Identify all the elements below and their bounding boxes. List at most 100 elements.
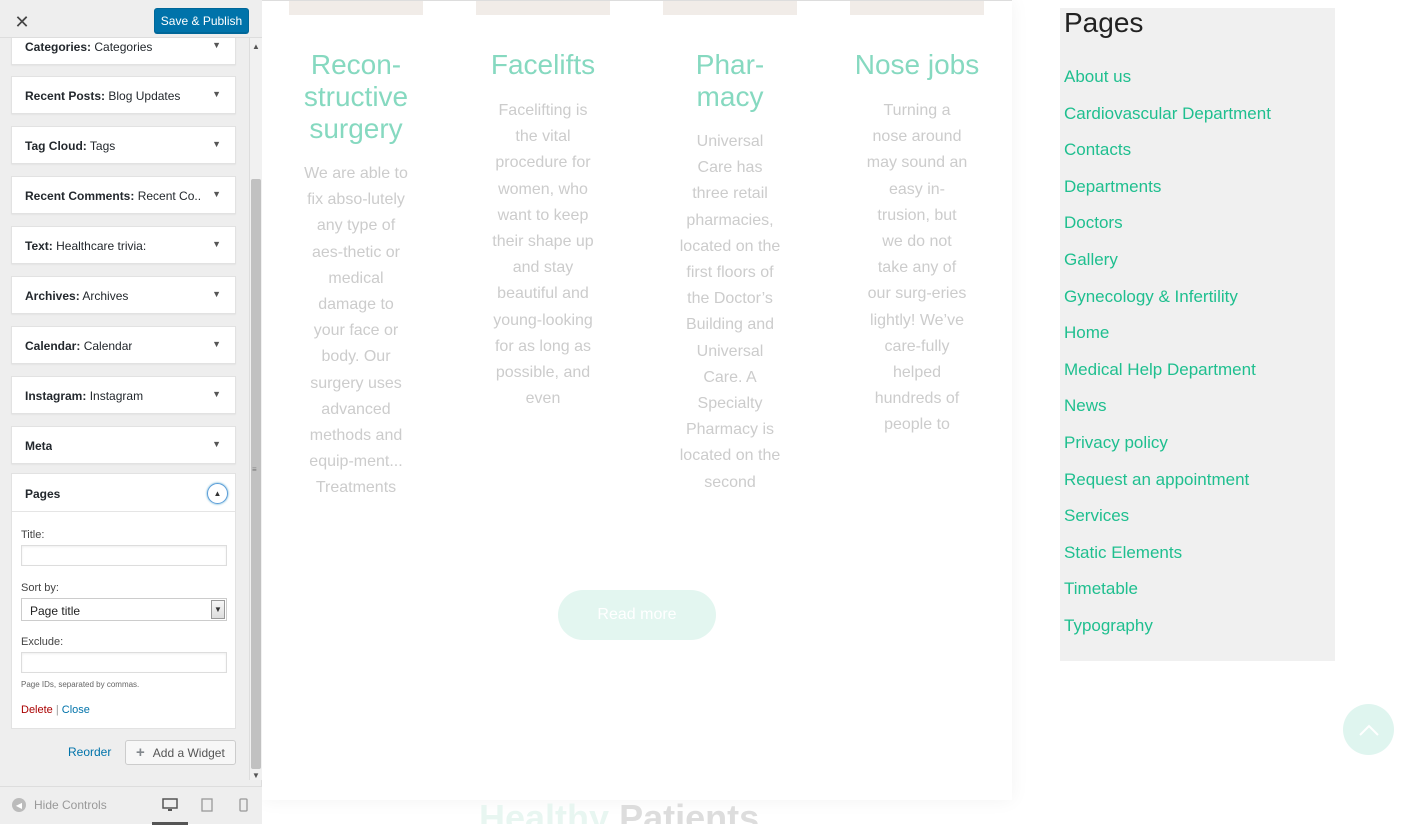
close-link[interactable]: Close bbox=[62, 704, 90, 716]
service-title[interactable]: Phar- macy bbox=[660, 49, 800, 113]
pages-widget-header[interactable]: Pages ▲ bbox=[12, 474, 235, 512]
chevron-down-icon[interactable]: ▼ bbox=[212, 389, 221, 399]
widget-row-title: Recent Posts: Blog Updates bbox=[25, 89, 180, 103]
chevron-down-icon[interactable]: ▼ bbox=[212, 139, 221, 149]
service-description: Universal Care has three retail pharmaci… bbox=[679, 133, 781, 491]
widget-row[interactable]: Text: Healthcare trivia: ▼ bbox=[11, 226, 236, 264]
read-more-button[interactable]: Read more bbox=[558, 590, 716, 640]
heading-highlight: Healthy bbox=[479, 797, 610, 824]
desktop-preview-icon[interactable] bbox=[161, 797, 179, 813]
hide-controls-label: Hide Controls bbox=[34, 798, 107, 812]
section-heading: Healthy Patients bbox=[479, 797, 759, 824]
scroll-to-top-button[interactable] bbox=[1343, 704, 1394, 755]
delete-link[interactable]: Delete bbox=[21, 704, 53, 716]
widget-row[interactable]: Recent Posts: Blog Updates ▼ bbox=[11, 76, 236, 114]
widget-row[interactable]: Calendar: Calendar ▼ bbox=[11, 326, 236, 364]
widget-row[interactable]: Recent Comments: Recent Co... ▼ bbox=[11, 176, 236, 214]
widget-actions: Delete | Close bbox=[21, 704, 90, 716]
exclude-label: Exclude: bbox=[21, 636, 64, 648]
save-publish-button[interactable]: Save & Publish bbox=[154, 8, 249, 33]
scroll-up-icon[interactable]: ▲ bbox=[252, 42, 260, 51]
page-link[interactable]: Medical Help Department bbox=[1064, 360, 1256, 380]
widget-row[interactable]: Meta ▼ bbox=[11, 426, 236, 464]
widget-row-title: Instagram: Instagram bbox=[25, 389, 143, 403]
chevron-down-icon[interactable]: ▼ bbox=[212, 89, 221, 99]
chevron-down-icon[interactable]: ▼ bbox=[212, 339, 221, 349]
widget-row-title: Tag Cloud: Tags bbox=[25, 139, 115, 153]
chevron-down-icon[interactable]: ▼ bbox=[212, 189, 221, 199]
page-link[interactable]: Services bbox=[1064, 506, 1129, 526]
page-link[interactable]: Doctors bbox=[1064, 213, 1123, 233]
widget-row[interactable]: Categories: Categories ▼ bbox=[11, 38, 236, 65]
chevron-up-icon bbox=[1358, 724, 1379, 736]
chevron-down-icon[interactable]: ▼ bbox=[211, 600, 225, 619]
page-link[interactable]: Request an appointment bbox=[1064, 470, 1249, 490]
service-title[interactable]: Recon- structive surgery bbox=[286, 49, 426, 145]
page-link[interactable]: Cardiovascular Department bbox=[1064, 104, 1271, 124]
separator: | bbox=[55, 704, 59, 716]
service-title[interactable]: Facelifts bbox=[473, 49, 613, 81]
page-link[interactable]: Home bbox=[1064, 323, 1109, 343]
hide-controls-button[interactable]: ◀ Hide Controls bbox=[12, 798, 107, 812]
scroll-down-icon[interactable]: ▼ bbox=[252, 771, 260, 780]
service-image bbox=[850, 1, 984, 15]
page-link[interactable]: Static Elements bbox=[1064, 543, 1182, 563]
title-label: Title: bbox=[21, 529, 45, 541]
chevron-down-icon[interactable]: ▼ bbox=[212, 439, 221, 449]
widget-type: Text: bbox=[25, 239, 53, 253]
chevron-down-icon[interactable]: ▼ bbox=[212, 239, 221, 249]
widget-title: Archives bbox=[82, 289, 129, 303]
page-link[interactable]: About us bbox=[1064, 67, 1131, 87]
service-title[interactable]: Nose jobs bbox=[847, 49, 987, 81]
widget-title: Healthcare trivia: bbox=[56, 239, 147, 253]
widget-row-title: Categories: Categories bbox=[25, 40, 152, 54]
widget-title: Calendar bbox=[83, 339, 133, 353]
widget-type: Categories: bbox=[25, 40, 92, 54]
page-link[interactable]: Typography bbox=[1064, 616, 1153, 636]
mobile-preview-icon[interactable] bbox=[234, 797, 252, 813]
sort-by-label: Sort by: bbox=[21, 582, 59, 594]
widget-row[interactable]: Tag Cloud: Tags ▼ bbox=[11, 126, 236, 164]
customizer-scrollbar[interactable]: ▲ ≡ ▼ bbox=[249, 38, 262, 780]
widget-title: Tags bbox=[89, 139, 116, 153]
service-description: Facelifting is the vital procedure for w… bbox=[492, 102, 594, 408]
chevron-down-icon[interactable]: ▼ bbox=[212, 289, 221, 299]
page-link[interactable]: Departments bbox=[1064, 177, 1161, 197]
reorder-link[interactable]: Reorder bbox=[68, 745, 111, 759]
heading-rest: Patients bbox=[619, 797, 760, 824]
widget-type: Recent Posts: bbox=[25, 89, 106, 103]
pages-widget: Pages ▲ Title: Sort by: Page title ▼ Exc… bbox=[11, 473, 236, 729]
widget-title: Categories bbox=[94, 40, 153, 54]
page-link[interactable]: Privacy policy bbox=[1064, 433, 1168, 453]
chevron-down-icon[interactable]: ▼ bbox=[212, 40, 221, 50]
title-input[interactable] bbox=[21, 545, 227, 566]
sort-by-select[interactable]: Page title ▼ bbox=[21, 598, 227, 621]
page-link[interactable]: Contacts bbox=[1064, 140, 1131, 160]
widget-type: Calendar: bbox=[25, 339, 81, 353]
widget-row[interactable]: Instagram: Instagram ▼ bbox=[11, 376, 236, 414]
customizer-panel: ✕ Save & Publish Categories: Categories ▼… bbox=[0, 0, 262, 825]
site-preview: Recon- structive surgery We are able to f… bbox=[262, 0, 1411, 824]
customizer-footer: ◀ Hide Controls bbox=[0, 786, 262, 825]
widget-row-title: Calendar: Calendar bbox=[25, 339, 132, 353]
tablet-preview-icon[interactable] bbox=[198, 797, 216, 813]
pages-sidebar-widget: Pages About us Cardiovascular Department C… bbox=[1060, 8, 1335, 661]
widget-title: Instagram bbox=[89, 389, 144, 403]
page-link[interactable]: News bbox=[1064, 396, 1107, 416]
widget-type: Recent Comments: bbox=[25, 189, 135, 203]
collapse-toggle-icon[interactable]: ▲ bbox=[207, 483, 228, 504]
page-link[interactable]: Gallery bbox=[1064, 250, 1118, 270]
pages-heading: Pages bbox=[1064, 7, 1144, 38]
service-description: Turning a nose around may sound an easy … bbox=[866, 102, 968, 434]
page-link[interactable]: Gynecology & Infertility bbox=[1064, 287, 1238, 307]
add-widget-label: Add a Widget bbox=[152, 745, 225, 760]
widget-title: Recent Co... bbox=[137, 189, 200, 203]
widget-type: Meta bbox=[25, 439, 53, 453]
services-section: Recon- structive surgery We are able to f… bbox=[262, 0, 1012, 800]
service-description: We are able to fix abso-lutely any type … bbox=[304, 165, 408, 497]
page-link[interactable]: Timetable bbox=[1064, 579, 1138, 599]
widget-row[interactable]: Archives: Archives ▼ bbox=[11, 276, 236, 314]
scroll-thumb[interactable] bbox=[251, 179, 261, 769]
exclude-input[interactable] bbox=[21, 652, 227, 673]
add-widget-button[interactable]: + Add a Widget bbox=[125, 740, 236, 765]
